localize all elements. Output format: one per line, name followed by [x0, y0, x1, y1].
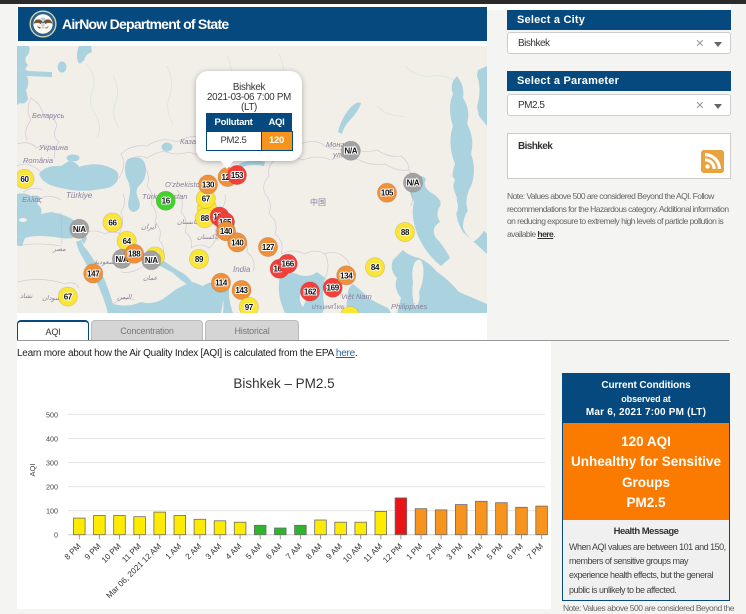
svg-text:ايران: ايران — [141, 223, 157, 231]
svg-text:200: 200 — [46, 483, 58, 492]
svg-text:16: 16 — [162, 197, 171, 206]
svg-text:N/A: N/A — [407, 178, 420, 187]
svg-text:140: 140 — [231, 238, 244, 247]
svg-text:ประเทศไทย: ประเทศไทย — [311, 303, 345, 311]
svg-text:162: 162 — [304, 287, 317, 296]
svg-text:84: 84 — [371, 263, 380, 272]
svg-text:88: 88 — [401, 228, 410, 237]
svg-text:67: 67 — [202, 195, 211, 204]
svg-text:România: România — [23, 156, 53, 165]
svg-text:97: 97 — [245, 303, 254, 312]
svg-text:105: 105 — [381, 189, 394, 198]
svg-text:188: 188 — [128, 250, 141, 259]
svg-text:400: 400 — [46, 435, 58, 444]
svg-text:اليمن: اليمن — [117, 294, 133, 301]
svg-text:India: India — [233, 265, 251, 274]
svg-text:500: 500 — [46, 410, 58, 419]
svg-text:169: 169 — [327, 284, 340, 293]
svg-text:143: 143 — [235, 286, 248, 295]
svg-text:تشاد: تشاد — [20, 293, 34, 300]
svg-text:64: 64 — [123, 237, 132, 246]
svg-text:Ελλάς: Ελλάς — [22, 195, 43, 204]
svg-text:Bishkek – PM2.5: Bishkek – PM2.5 — [233, 376, 334, 391]
svg-text:AQI: AQI — [28, 464, 37, 477]
svg-text:300: 300 — [46, 459, 58, 468]
svg-text:پاکستان: پاکستان — [197, 234, 219, 241]
svg-text:中国: 中国 — [310, 197, 326, 207]
svg-text:100: 100 — [46, 507, 58, 516]
svg-text:60: 60 — [20, 175, 29, 184]
svg-text:Беларусь: Беларусь — [32, 111, 65, 120]
svg-text:N/A: N/A — [344, 147, 357, 156]
svg-text:عمان: عمان — [143, 275, 158, 282]
svg-text:153: 153 — [231, 171, 244, 180]
svg-text:Украина: Украина — [38, 143, 68, 152]
svg-text:66: 66 — [108, 218, 117, 227]
svg-text:N/A: N/A — [145, 256, 158, 265]
svg-text:166: 166 — [282, 260, 295, 269]
svg-text:89: 89 — [195, 255, 204, 264]
svg-text:147: 147 — [87, 269, 100, 278]
svg-text:114: 114 — [215, 279, 228, 288]
svg-text:127: 127 — [262, 243, 275, 252]
svg-text:88: 88 — [201, 214, 210, 223]
svg-text:134: 134 — [340, 271, 353, 280]
svg-text:مصر: مصر — [52, 246, 66, 253]
svg-text:67: 67 — [64, 292, 73, 301]
svg-text:Philippines: Philippines — [391, 302, 428, 311]
svg-text:Türkiye: Türkiye — [66, 191, 93, 200]
svg-text:130: 130 — [202, 180, 215, 189]
svg-text:Việt Nam: Việt Nam — [341, 292, 372, 301]
svg-text:N/A: N/A — [73, 225, 86, 234]
svg-text:0: 0 — [54, 531, 58, 540]
